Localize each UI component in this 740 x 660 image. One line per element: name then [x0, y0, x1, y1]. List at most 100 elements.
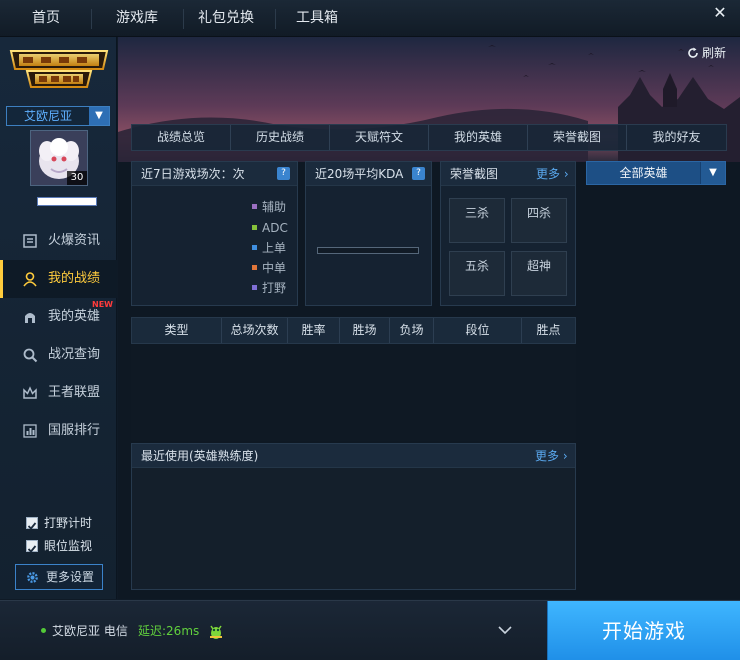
- help-icon[interactable]: ?: [412, 167, 425, 180]
- penta-kill-slot[interactable]: 五杀: [449, 251, 505, 296]
- sidebar-item-battle-search[interactable]: 战况查询: [0, 336, 117, 374]
- games-7day-panel: 近7日游戏场次：次 ? 辅助 ADC 上单 中单 打野: [131, 161, 298, 306]
- legend-swatch: [252, 204, 257, 209]
- summoner-name-field: [37, 197, 97, 206]
- legend-label: 上单: [262, 241, 287, 255]
- chevron-down-icon[interactable]: ▼: [700, 162, 725, 184]
- refresh-icon: [688, 47, 698, 58]
- col-lp: 胜点: [536, 323, 561, 337]
- sidebar-item-king-league[interactable]: 王者联盟: [0, 374, 117, 412]
- nav-gift-redeem[interactable]: 礼包兑换: [190, 0, 262, 37]
- recent-more-link[interactable]: 更多 ›: [535, 444, 568, 468]
- sidebar-item-label: 国服排行: [48, 423, 101, 438]
- legend-swatch: [252, 245, 257, 250]
- page-icon: [23, 234, 37, 248]
- online-status-icon: [41, 628, 46, 633]
- col-tier: 段位: [434, 318, 522, 343]
- panel-title: 最近使用(英雄熟练度): [132, 444, 575, 468]
- honor-panel: 荣誉截图 更多 › 三杀 四杀 五杀 超神: [440, 161, 576, 306]
- more-label: 更多: [536, 167, 561, 181]
- sidebar: 艾欧尼亚 ▼ 30 火爆资讯 我的战绩 我的英雄 战况查询 王者联盟 国服排行 …: [0, 37, 117, 599]
- latency-readout: 延迟:26ms: [138, 624, 200, 638]
- server-status: 艾欧尼亚 电信: [52, 624, 128, 638]
- tab-honor-shots[interactable]: 荣誉截图: [528, 125, 627, 150]
- sidebar-item-my-record[interactable]: 我的战绩: [0, 260, 117, 298]
- search-icon: [23, 348, 38, 363]
- panel-title: 近7日游戏场次：次: [132, 162, 297, 186]
- refresh-button[interactable]: 刷新: [687, 45, 726, 61]
- legend-label: 中单: [262, 261, 287, 275]
- help-icon[interactable]: ?: [277, 167, 290, 180]
- sidebar-item-label: 火爆资讯: [48, 233, 101, 248]
- network-accelerator-icon[interactable]: [207, 622, 225, 640]
- crown-icon: [23, 386, 37, 399]
- checkbox-icon[interactable]: [26, 517, 38, 530]
- nav-divider: [275, 9, 276, 29]
- tab-my-heroes[interactable]: 我的英雄: [429, 125, 528, 150]
- level-badge: 30: [67, 171, 87, 185]
- sidebar-item-label: 王者联盟: [48, 385, 101, 400]
- nav-home[interactable]: 首页: [14, 0, 78, 37]
- tab-overview[interactable]: 战绩总览: [132, 125, 231, 150]
- tab-my-friends[interactable]: 我的好友: [627, 125, 726, 150]
- legendary-slot[interactable]: 超神: [511, 251, 567, 296]
- table-header: 类型 总场次数 胜率 胜场 负场 段位 胜点: [131, 317, 576, 344]
- kda-panel: 近20场平均KDA ?: [305, 161, 432, 306]
- checkbox-label: 眼位监视: [44, 539, 93, 553]
- nav-divider: [183, 9, 184, 29]
- main-content: 刷新 战绩总览 历史战绩 天赋符文 我的英雄 荣誉截图 我的好友 近7日游戏场次…: [118, 37, 740, 599]
- avatar[interactable]: 30: [30, 130, 88, 186]
- nav-game-library[interactable]: 游戏库: [104, 0, 170, 37]
- tab-history[interactable]: 历史战绩: [231, 125, 330, 150]
- helmet-icon: [25, 313, 35, 323]
- legend-swatch: [252, 265, 257, 270]
- col-wins: 胜场: [340, 318, 390, 343]
- tab-runes[interactable]: 天赋符文: [330, 125, 429, 150]
- server-select-value: 艾欧尼亚: [23, 109, 72, 123]
- chevron-right-icon: ›: [560, 167, 569, 181]
- chevron-down-icon[interactable]: ▼: [89, 107, 109, 125]
- bar-chart-icon: [23, 424, 37, 438]
- col-total-games: 总场次数: [222, 318, 288, 343]
- quadra-kill-slot[interactable]: 四杀: [511, 198, 567, 243]
- refresh-label: 刷新: [701, 46, 726, 60]
- record-tabs: 战绩总览 历史战绩 天赋符文 我的英雄 荣誉截图 我的好友: [131, 124, 727, 151]
- rank-stats-table: 类型 总场次数 胜率 胜场 负场 段位 胜点: [131, 317, 576, 441]
- legend-swatch: [252, 225, 257, 230]
- lol-assistant-logo: [9, 50, 109, 88]
- close-icon[interactable]: ✕: [710, 3, 730, 23]
- nav-divider: [91, 9, 92, 29]
- sidebar-item-label: 战况查询: [48, 347, 101, 362]
- hero-filter-value: 全部英雄: [619, 166, 668, 180]
- checkbox-label: 打野计时: [44, 516, 93, 530]
- recent-heroes-panel: 最近使用(英雄熟练度) 更多 ›: [131, 443, 576, 590]
- more-label: 更多: [535, 449, 560, 463]
- legend-swatch: [252, 285, 257, 290]
- user-icon: [23, 272, 37, 287]
- new-badge: NEW: [92, 300, 113, 309]
- col-win-rate: 胜率: [288, 318, 340, 343]
- col-losses: 负场: [390, 318, 434, 343]
- sidebar-item-server-ranking[interactable]: 国服排行: [0, 412, 117, 450]
- kda-bar: [317, 247, 419, 254]
- start-game-button[interactable]: 开始游戏: [547, 601, 740, 660]
- top-nav: 首页 游戏库 礼包兑换 工具箱 ✕: [0, 0, 740, 37]
- checkbox-icon[interactable]: [26, 540, 38, 553]
- hero-filter-select[interactable]: 全部英雄 ▼: [586, 161, 726, 185]
- more-settings-button[interactable]: 更多设置: [15, 564, 103, 590]
- col-type: 类型: [132, 318, 222, 343]
- status-bar: 艾欧尼亚 电信 延迟:26ms 开始游戏: [0, 600, 740, 660]
- server-select[interactable]: 艾欧尼亚 ▼: [6, 106, 110, 126]
- chevron-right-icon: ›: [559, 449, 568, 463]
- nav-toolbox[interactable]: 工具箱: [285, 0, 349, 37]
- gear-icon: [27, 572, 38, 583]
- legend-label: 辅助: [262, 200, 287, 214]
- legend-label: 打野: [262, 281, 287, 295]
- sidebar-item-news[interactable]: 火爆资讯: [0, 222, 117, 260]
- more-settings-label: 更多设置: [46, 570, 95, 584]
- triple-kill-slot[interactable]: 三杀: [449, 198, 505, 243]
- legend-label: ADC: [262, 221, 288, 235]
- honor-more-link[interactable]: 更多 ›: [536, 162, 569, 186]
- sidebar-item-label: 我的战绩: [48, 271, 101, 286]
- chevron-down-icon[interactable]: [498, 625, 512, 635]
